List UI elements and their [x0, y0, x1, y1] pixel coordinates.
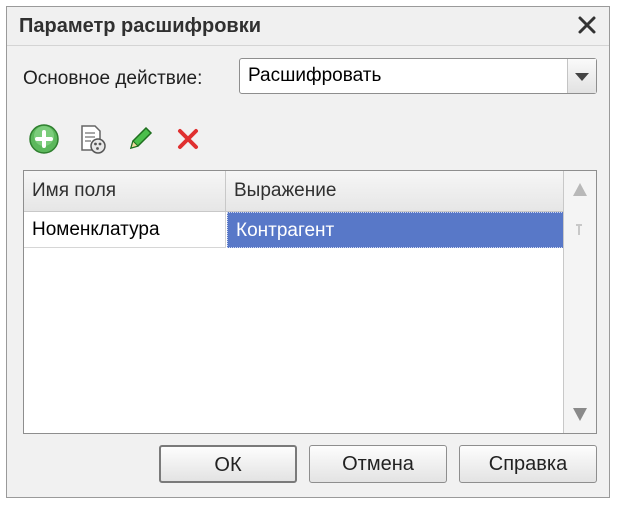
scroll-up-icon[interactable] — [573, 183, 587, 196]
table-header: Имя поля Выражение — [24, 171, 564, 212]
cancel-button[interactable]: Отмена — [309, 445, 447, 483]
edit-icon[interactable] — [123, 122, 157, 156]
scroll-down-icon[interactable] — [573, 408, 587, 421]
vertical-scrollbar[interactable] — [563, 171, 596, 433]
add-icon[interactable] — [27, 122, 61, 156]
cell-expression[interactable]: Контрагент — [227, 212, 564, 248]
copy-icon[interactable] — [75, 122, 109, 156]
scroll-thumb[interactable] — [568, 217, 590, 243]
title-bar: Параметр расшифровки — [7, 7, 609, 46]
main-action-select[interactable]: Расшифровать — [239, 58, 597, 94]
dialog-window: Параметр расшифровки Основное действие: … — [6, 6, 610, 498]
main-action-label: Основное действие: — [23, 68, 203, 89]
ok-button[interactable]: ОК — [159, 445, 297, 483]
help-button[interactable]: Справка — [459, 445, 597, 483]
dropdown-button[interactable] — [567, 59, 596, 93]
table-row[interactable]: Номенклатура Контрагент — [24, 212, 564, 248]
dialog-title: Параметр расшифровки — [19, 15, 262, 37]
cell-field-name[interactable]: Номенклатура — [24, 212, 226, 248]
column-header-expression[interactable]: Выражение — [226, 171, 564, 211]
chevron-down-icon — [575, 73, 589, 81]
column-header-field-name[interactable]: Имя поля — [24, 171, 226, 211]
close-icon[interactable] — [575, 13, 599, 37]
delete-icon[interactable] — [171, 122, 205, 156]
fields-table[interactable]: Имя поля Выражение Номенклатура Контраге… — [23, 170, 597, 434]
main-action-value: Расшифровать — [248, 65, 382, 86]
